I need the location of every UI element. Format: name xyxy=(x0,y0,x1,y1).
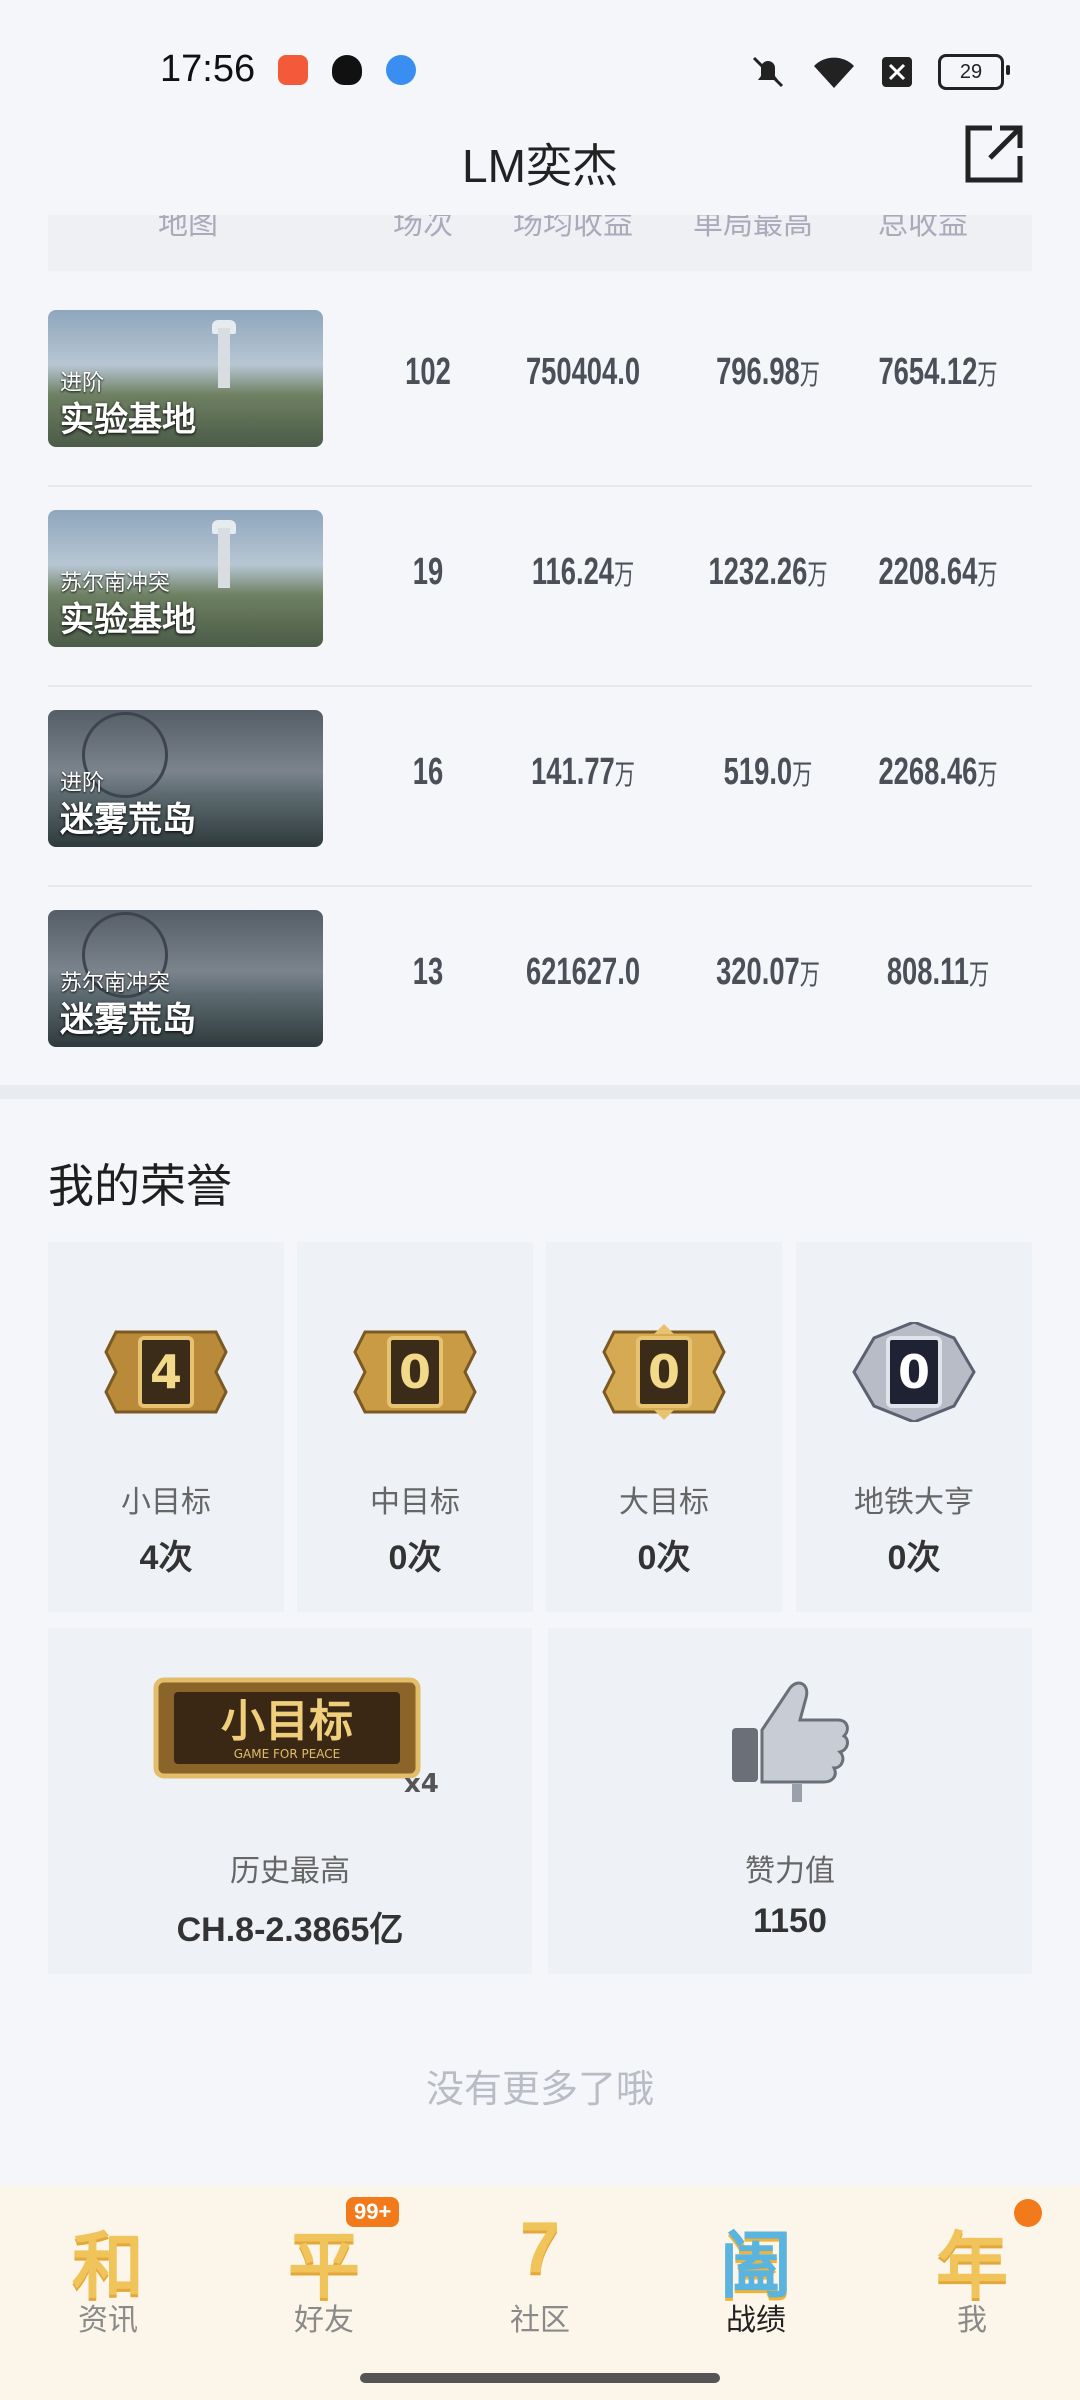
map-name: 实验基地 xyxy=(60,601,196,639)
battery-indicator: 29 xyxy=(938,54,1010,90)
svg-text:x4: x4 xyxy=(404,1769,439,1798)
header-total: 总收益 xyxy=(878,215,968,241)
nav-tab-records[interactable]: 阖 战绩 xyxy=(648,2185,864,2365)
header-map: 地图 xyxy=(158,215,218,241)
svg-text:4: 4 xyxy=(150,1345,182,1399)
nav-tab-me[interactable]: 年 我 xyxy=(864,2185,1080,2365)
max-value: 320.07万 xyxy=(716,951,820,993)
shield-notification-icon xyxy=(332,55,362,85)
nav-label: 社区 xyxy=(510,2304,570,2337)
map-name: 实验基地 xyxy=(60,401,196,439)
max-value: 519.0万 xyxy=(723,751,813,793)
total-value: 808.11万 xyxy=(886,951,990,993)
header-avg: 场均收益 xyxy=(513,215,633,241)
max-value: 1232.26万 xyxy=(708,551,828,593)
thumbs-up-icon xyxy=(732,1681,849,1802)
avg-value: 141.77万 xyxy=(531,751,635,793)
honor-label: 中目标 xyxy=(370,1486,460,1519)
wifi-icon xyxy=(814,57,854,88)
history-best-value: CH.8-2.3865亿 xyxy=(176,1911,404,1949)
table-row[interactable]: 进阶 迷雾荒岛 16 141.77万 519.0万 2268.46万 xyxy=(48,685,1032,887)
avg-value: 116.24万 xyxy=(531,551,635,593)
likes-label: 赞力值 xyxy=(745,1855,835,1888)
matches-value: 13 xyxy=(412,951,444,993)
honor-count: 0次 xyxy=(887,1539,941,1577)
table-row[interactable]: 苏尔南冲突 实验基地 19 116.24万 1232.26万 2208.64万 xyxy=(48,485,1032,687)
matches-value: 102 xyxy=(405,351,451,393)
likes-value: 1150 xyxy=(753,1902,827,1940)
header-matches: 场次 xyxy=(393,215,453,241)
honor-count: 4次 xyxy=(139,1539,193,1577)
map-name: 迷雾荒岛 xyxy=(60,801,196,839)
nav-tab-community[interactable]: 7 社区 xyxy=(432,2185,648,2365)
matches-value: 16 xyxy=(412,751,444,793)
home-indicator[interactable] xyxy=(360,2373,720,2383)
likes-card[interactable]: 赞力值 1150 xyxy=(548,1628,1032,1974)
notification-dot xyxy=(1014,2199,1042,2227)
honor-label: 大目标 xyxy=(619,1486,709,1519)
total-value: 2208.64万 xyxy=(878,551,998,593)
nav-label: 战绩 xyxy=(726,2304,786,2337)
community-tab-icon: 7 xyxy=(519,2208,561,2288)
no-more-text: 没有更多了哦 xyxy=(425,2069,654,2111)
map-thumbnail: 进阶 实验基地 xyxy=(48,310,323,447)
page-title: LM奕杰 xyxy=(462,140,618,192)
max-value: 796.98万 xyxy=(716,351,820,393)
honor-card-small-goal[interactable]: 4 小目标 4次 xyxy=(48,1242,284,1612)
map-thumbnail: 苏尔南冲突 迷雾荒岛 xyxy=(48,910,323,1047)
small-goal-emblem-icon: 小目标 GAME FOR PEACE x4 xyxy=(153,1677,439,1798)
nav-label: 我 xyxy=(957,2304,987,2337)
title-bar: LM奕杰 xyxy=(0,110,1080,210)
gold-badge-icon: 4 xyxy=(104,1330,228,1414)
honor-label: 小目标 xyxy=(121,1486,211,1519)
map-thumbnail: 进阶 迷雾荒岛 xyxy=(48,710,323,847)
honor-label: 地铁大亨 xyxy=(854,1486,974,1519)
honor-count: 0次 xyxy=(637,1539,691,1577)
share-icon[interactable] xyxy=(962,122,1026,186)
table-row[interactable]: 苏尔南冲突 迷雾荒岛 13 621627.0 320.07万 808.11万 xyxy=(48,885,1032,1085)
honor-card-mid-goal[interactable]: 0 中目标 0次 xyxy=(297,1242,533,1612)
svg-text:小目标: 小目标 xyxy=(221,1696,353,1747)
honor-count: 0次 xyxy=(388,1539,442,1577)
svg-text:0: 0 xyxy=(648,1345,680,1399)
total-value: 7654.12万 xyxy=(878,351,998,393)
history-best-label: 历史最高 xyxy=(230,1855,350,1888)
bottom-nav: 和 资讯 平 好友 99+ 7 社区 阖 战绩 年 我 xyxy=(0,2185,1080,2400)
map-name: 迷雾荒岛 xyxy=(60,1001,196,1039)
table-row[interactable]: 进阶 实验基地 102 750404.0 796.98万 7654.12万 xyxy=(48,285,1032,487)
history-best-card[interactable]: 小目标 GAME FOR PEACE x4 历史最高 CH.8-2.3865亿 xyxy=(48,1628,532,1974)
nav-label: 资讯 xyxy=(78,2304,138,2337)
nav-tab-news[interactable]: 和 资讯 xyxy=(0,2185,216,2365)
sim-off-icon xyxy=(882,57,912,87)
browser-notification-icon xyxy=(386,55,416,85)
map-thumbnail: 苏尔南冲突 实验基地 xyxy=(48,510,323,647)
stats-table-header: 地图 场次 场均收益 单局最高 总收益 xyxy=(48,215,1032,271)
mute-icon xyxy=(752,56,784,88)
honors-title: 我的荣誉 xyxy=(48,1160,232,1212)
honor-card-big-goal[interactable]: 0 大目标 0次 xyxy=(546,1242,782,1612)
svg-text:GAME FOR PEACE: GAME FOR PEACE xyxy=(234,1747,341,1761)
silver-badge-icon: 0 xyxy=(852,1322,976,1422)
status-time: 17:56 xyxy=(160,48,256,90)
total-value: 2268.46万 xyxy=(878,751,998,793)
nav-label: 好友 xyxy=(294,2304,354,2337)
unread-badge: 99+ xyxy=(346,2197,400,2227)
section-divider xyxy=(0,1085,1080,1099)
avg-value: 621627.0 xyxy=(525,951,641,993)
nav-tab-friends[interactable]: 平 好友 99+ xyxy=(216,2185,432,2365)
game-notification-icon xyxy=(278,55,308,85)
svg-text:0: 0 xyxy=(399,1345,431,1399)
honor-card-metro-tycoon[interactable]: 0 地铁大亨 0次 xyxy=(796,1242,1032,1612)
matches-value: 19 xyxy=(412,551,444,593)
gold-badge-icon: 0 xyxy=(602,1324,726,1420)
svg-text:0: 0 xyxy=(898,1345,930,1399)
gold-badge-icon: 0 xyxy=(353,1330,477,1414)
header-max: 单局最高 xyxy=(693,215,813,241)
avg-value: 750404.0 xyxy=(525,351,641,393)
